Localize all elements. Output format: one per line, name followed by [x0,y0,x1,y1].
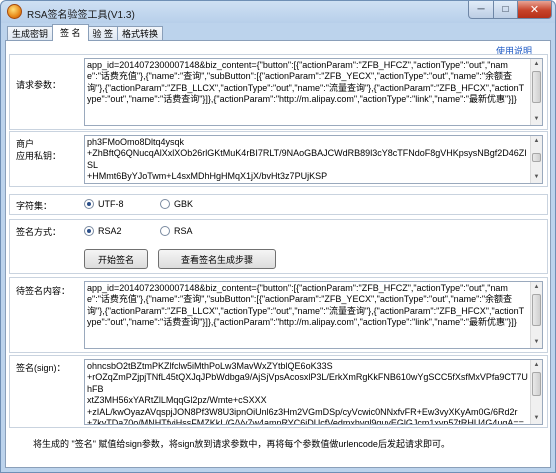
radio-unchecked-icon[interactable] [160,226,170,236]
scroll-down-arrow-icon[interactable]: ▼ [531,114,542,125]
close-button[interactable]: ✕ [517,1,552,19]
to-sign-text: app_id=2014072300007148&biz_content={"bu… [87,283,525,328]
window-title: RSA签名验签工具(V1.3) [27,10,135,21]
tab-bar: 生成密钥 签 名 验 签 格式转换 [7,24,164,41]
request-params-textarea[interactable]: app_id=2014072300007148&biz_content={"bu… [84,58,543,126]
charset-option-label: UTF-8 [98,199,124,209]
app-logo-icon [7,4,22,19]
sign-method-option-rsa2[interactable]: RSA2 [84,226,122,236]
sign-panel: 使用说明 请求参数： app_id=2014072300007148&biz_c… [5,40,551,468]
request-params-label: 请求参数： [16,80,62,90]
tab-verify[interactable]: 验 签 [87,26,119,41]
to-sign-label: 待签名内容： [16,286,71,296]
private-key-textarea[interactable]: ph3FMoOmo8Dltq4ysqk +ZhBftQ6QNucqAlXxlXO… [84,135,543,184]
sign-method-option-label: RSA [174,226,193,236]
radio-checked-icon[interactable] [84,199,94,209]
sign-method-option-rsa[interactable]: RSA [160,226,193,236]
signature-text: ohncsbO2tBZtmPKZlfclw5iMthPoLw3MavWxZYtb… [87,361,528,425]
request-params-group: 请求参数： app_id=2014072300007148&biz_conten… [9,54,548,130]
charset-option-utf8[interactable]: UTF-8 [84,199,124,209]
private-key-text: ph3FMoOmo8Dltq4ysqk +ZhBftQ6QNucqAlXxlXO… [87,137,527,183]
maximize-button[interactable]: □ [493,1,518,19]
signature-scrollbar[interactable]: ▲ ▼ [530,360,542,424]
scroll-thumb[interactable] [532,153,541,162]
charset-group: 字符集： UTF-8 GBK [9,194,548,215]
sign-method-option-label: RSA2 [98,226,122,236]
to-sign-scrollbar[interactable]: ▲ ▼ [530,282,542,348]
scroll-up-arrow-icon[interactable]: ▲ [531,282,542,293]
private-key-scrollbar[interactable]: ▲ ▼ [530,136,542,183]
start-sign-button[interactable]: 开始签名 [84,249,148,269]
scroll-thumb[interactable] [532,372,541,396]
scroll-thumb[interactable] [532,294,541,326]
scroll-down-arrow-icon[interactable]: ▼ [531,413,542,424]
scroll-thumb[interactable] [532,71,541,103]
signature-label: 签名(sign)： [16,363,66,373]
sign-method-label: 签名方式： [16,227,62,237]
tab-format-convert[interactable]: 格式转换 [117,26,164,41]
signature-textarea[interactable]: ohncsbO2tBZtmPKZlfclw5iMthPoLw3MavWxZYtb… [84,359,543,425]
private-key-group: 商户 应用私钥： ph3FMoOmo8Dltq4ysqk +ZhBftQ6QNu… [9,131,548,187]
signature-group: 签名(sign)： ohncsbO2tBZtmPKZlfclw5iMthPoLw… [9,355,548,428]
scroll-down-arrow-icon[interactable]: ▼ [531,337,542,348]
radio-unchecked-icon[interactable] [160,199,170,209]
request-params-text: app_id=2014072300007148&biz_content={"bu… [87,60,525,105]
title-bar: RSA签名验签工具(V1.3) ─ □ ✕ [1,1,555,23]
to-sign-textarea[interactable]: app_id=2014072300007148&biz_content={"bu… [84,281,543,349]
footer-instruction: 将生成的 "签名" 赋值给sign参数，将sign放到请求参数中，再将每个参数值… [33,439,450,449]
charset-label: 字符集： [16,201,53,211]
minimize-button[interactable]: ─ [468,1,494,19]
scroll-down-arrow-icon[interactable]: ▼ [531,172,542,183]
app-window: RSA签名验签工具(V1.3) ─ □ ✕ 生成密钥 签 名 验 签 格式转换 … [0,0,556,473]
scroll-up-arrow-icon[interactable]: ▲ [531,136,542,147]
request-params-scrollbar[interactable]: ▲ ▼ [530,59,542,125]
scroll-up-arrow-icon[interactable]: ▲ [531,59,542,70]
charset-option-label: GBK [174,199,194,209]
radio-checked-icon[interactable] [84,226,94,236]
tab-sign[interactable]: 签 名 [52,24,89,41]
sign-method-group: 签名方式： RSA2 RSA 开始签名 查看签名生成步骤 [9,219,548,274]
tab-generate-key[interactable]: 生成密钥 [7,26,54,41]
private-key-label-line2: 应用私钥： [16,151,62,161]
charset-option-gbk[interactable]: GBK [160,199,193,209]
view-sign-steps-button[interactable]: 查看签名生成步骤 [158,249,276,269]
to-sign-group: 待签名内容： app_id=2014072300007148&biz_conte… [9,277,548,353]
scroll-up-arrow-icon[interactable]: ▲ [531,360,542,371]
